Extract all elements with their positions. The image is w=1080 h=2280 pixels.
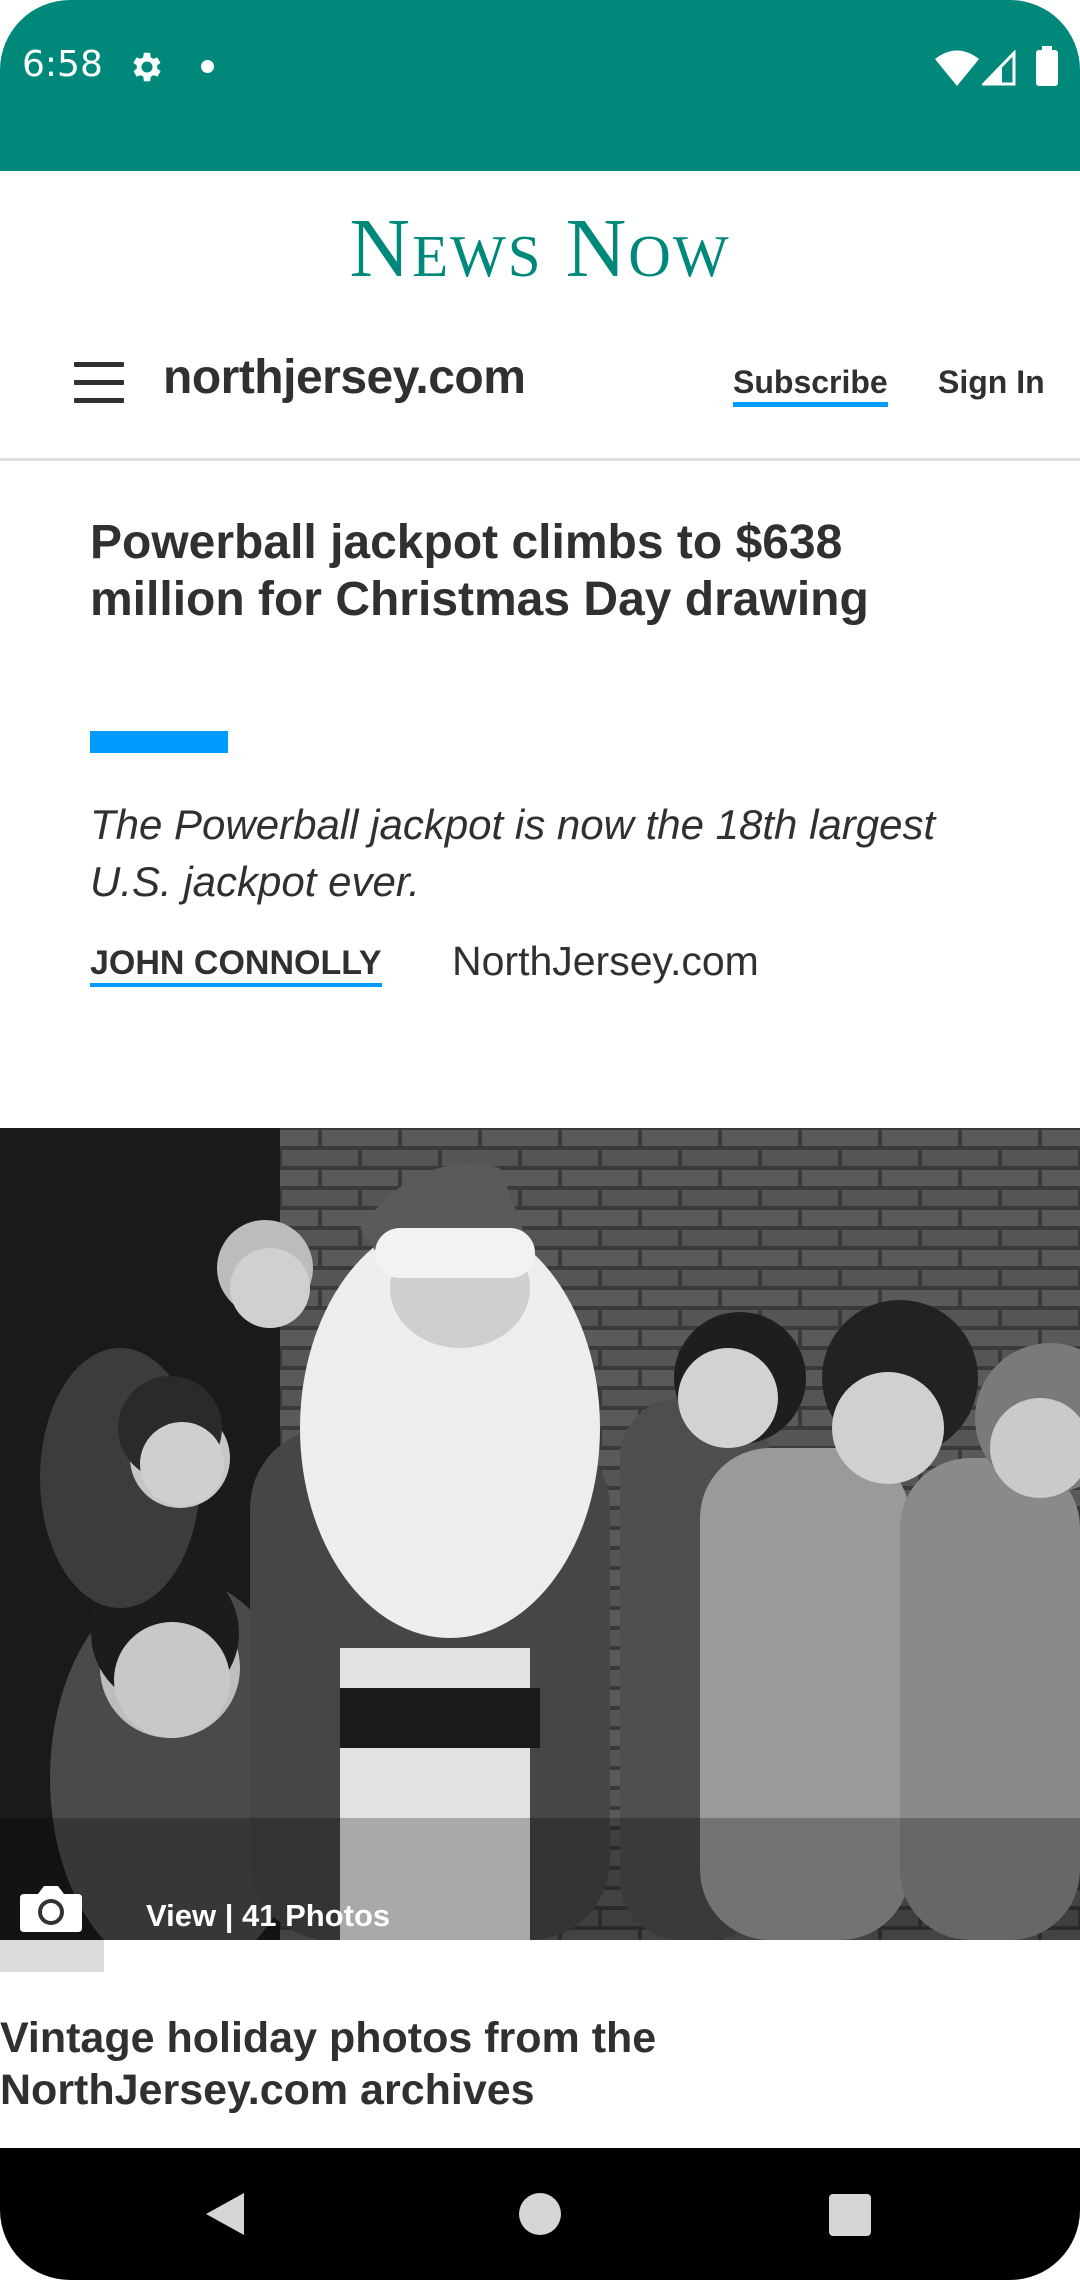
site-logo[interactable]: northjersey.com <box>163 350 526 405</box>
battery-icon <box>1036 46 1058 86</box>
article-headline: Powerball jackpot climbs to $638 million… <box>90 516 869 626</box>
author-link[interactable]: JOHN CONNOLLY <box>90 944 382 987</box>
headline-accent-bar <box>90 731 228 753</box>
app-title: News Now <box>349 202 731 295</box>
status-time: 6:58 <box>22 44 103 85</box>
gallery-caption[interactable]: Vintage holiday photos from the NorthJer… <box>0 2012 1000 2116</box>
home-icon[interactable] <box>519 2193 561 2235</box>
gallery-progress-track <box>0 1940 1080 1972</box>
status-bar: 6:58 <box>0 0 1080 171</box>
santa-with-children-photo <box>0 1128 1080 1940</box>
cell-signal-icon <box>982 50 1016 86</box>
gallery-photo[interactable] <box>0 1128 1080 1940</box>
subscribe-link[interactable]: Subscribe <box>733 364 888 407</box>
gallery-progress-indicator <box>0 1940 104 1972</box>
wifi-icon <box>935 50 979 86</box>
notification-dot-icon <box>201 60 214 73</box>
article-summary: The Powerball jackpot is now the 18th la… <box>90 801 936 905</box>
back-icon[interactable] <box>204 2191 246 2237</box>
view-photos-link[interactable]: View | 41 Photos <box>146 1898 390 1934</box>
site-header: northjersey.com Subscribe Sign In <box>0 320 1080 461</box>
sign-in-link[interactable]: Sign In <box>938 364 1045 401</box>
recents-icon[interactable] <box>829 2194 871 2236</box>
camera-icon[interactable] <box>20 1884 82 1932</box>
gear-icon <box>133 52 161 82</box>
article-source: NorthJersey.com <box>452 938 759 984</box>
hamburger-menu-icon[interactable] <box>74 362 124 404</box>
